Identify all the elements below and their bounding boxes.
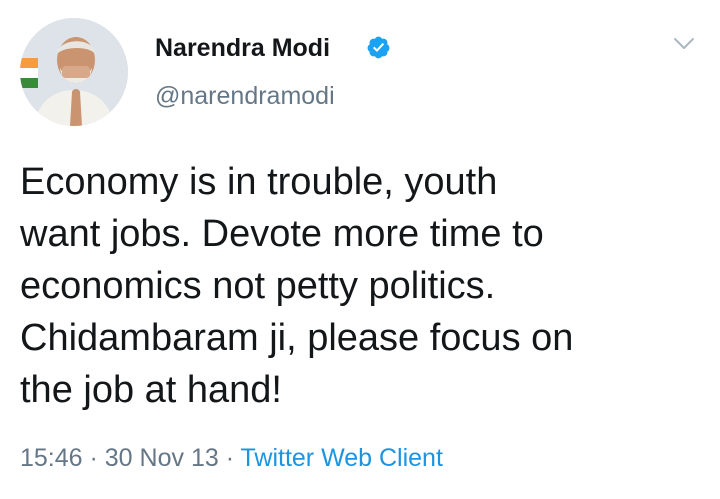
avatar-image bbox=[20, 18, 128, 126]
tweet-text-line: the job at hand! bbox=[20, 369, 282, 411]
avatar[interactable] bbox=[20, 18, 128, 126]
tweet-text-line: want jobs. Devote more time to bbox=[20, 213, 544, 255]
tweet-meta: 15:46 · 30 Nov 13 · Twitter Web Client bbox=[20, 444, 443, 473]
tweet-date[interactable]: 30 Nov 13 bbox=[105, 444, 219, 472]
tweet-text: Economy is in trouble, youth want jobs. … bbox=[20, 156, 700, 416]
tweet-text-line: economics not petty politics. bbox=[20, 265, 496, 307]
chevron-down-icon[interactable] bbox=[672, 36, 696, 52]
tweet-time[interactable]: 15:46 bbox=[20, 444, 83, 472]
verified-badge-icon bbox=[367, 36, 390, 59]
tweet-source-link[interactable]: Twitter Web Client bbox=[241, 444, 443, 472]
meta-separator: · bbox=[82, 444, 105, 472]
tweet-card: Narendra Modi @narendramodi Economy is i… bbox=[0, 0, 720, 499]
user-handle[interactable]: @narendramodi bbox=[155, 82, 335, 111]
display-name[interactable]: Narendra Modi bbox=[155, 34, 330, 63]
tweet-text-line: Economy is in trouble, youth bbox=[20, 161, 498, 203]
tweet-text-line: Chidambaram ji, please focus on bbox=[20, 317, 574, 359]
meta-separator: · bbox=[218, 444, 241, 472]
